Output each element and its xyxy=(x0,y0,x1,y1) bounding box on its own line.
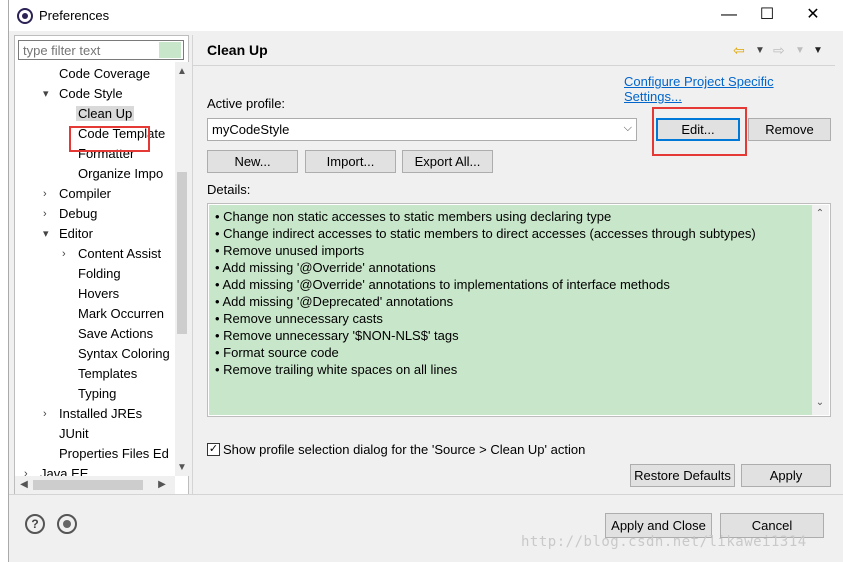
tree-scroll-thumb[interactable] xyxy=(177,172,187,334)
expand-arrow-icon[interactable]: ▾ xyxy=(43,84,55,104)
scroll-down-icon[interactable]: ⌄ xyxy=(813,397,827,408)
tree-item-folding[interactable]: Folding xyxy=(78,264,121,284)
highlight-box-edit xyxy=(652,107,747,156)
page-title: Clean Up xyxy=(207,42,268,58)
header-divider xyxy=(193,65,835,66)
watermark: http://blog.csdn.net/likawei1314 xyxy=(521,534,807,550)
maximize-button[interactable]: ☐ xyxy=(747,4,787,26)
scroll-down-icon[interactable]: ▼ xyxy=(175,462,189,473)
window-title: Preferences xyxy=(39,8,110,23)
scroll-up-icon[interactable]: ▲ xyxy=(175,66,189,77)
active-profile-value: myCodeStyle xyxy=(212,122,290,137)
minimize-button[interactable]: — xyxy=(709,4,749,26)
collapse-arrow-icon[interactable]: › xyxy=(43,184,55,204)
list-item: • Remove unused imports xyxy=(215,243,365,258)
tree-item-clean-up[interactable]: Clean Up xyxy=(76,104,135,124)
preferences-window: Preferences — ☐ ✕ Code Coverage ▾ Code S… xyxy=(8,0,843,562)
help-icon[interactable]: ? xyxy=(25,514,45,534)
details-content: • Change non static accesses to static m… xyxy=(209,205,812,415)
tree-item-properties-files-editor[interactable]: Properties Files Ed xyxy=(59,444,169,464)
apply-button[interactable]: Apply xyxy=(741,464,831,487)
tree-item-templates[interactable]: Templates xyxy=(78,364,137,384)
list-item: • Change non static accesses to static m… xyxy=(215,209,612,224)
tree-item-installed-jres[interactable]: Installed JREs xyxy=(59,404,142,424)
tree-item-organize-imports[interactable]: Organize Impo xyxy=(78,164,163,184)
back-dropdown-icon[interactable]: ▼ xyxy=(755,45,765,56)
tree-item-syntax-coloring[interactable]: Syntax Coloring xyxy=(78,344,170,364)
active-profile-label: Active profile: xyxy=(207,96,286,111)
scroll-right-icon[interactable]: ▶ xyxy=(155,479,169,490)
tree-item-save-actions[interactable]: Save Actions xyxy=(78,324,153,344)
collapse-arrow-icon[interactable]: › xyxy=(43,404,55,424)
show-dialog-label: Show profile selection dialog for the 'S… xyxy=(223,442,586,457)
tree-item-typing[interactable]: Typing xyxy=(78,384,116,404)
active-profile-select[interactable]: myCodeStyle ⌵ xyxy=(207,118,637,141)
import-profile-button[interactable]: Import... xyxy=(305,150,396,173)
list-item: • Format source code xyxy=(215,345,339,360)
list-item: • Add missing '@Override' annotations to… xyxy=(215,277,670,292)
view-menu-icon[interactable]: ▼ xyxy=(813,45,823,56)
list-item: • Remove unnecessary '$NON-NLS$' tags xyxy=(215,328,459,343)
details-text-area[interactable]: • Change non static accesses to static m… xyxy=(207,203,831,417)
new-profile-button[interactable]: New... xyxy=(207,150,298,173)
list-item: • Remove unnecessary casts xyxy=(215,311,383,326)
open-dialog-dot xyxy=(63,520,71,528)
tree-hscroll-thumb[interactable] xyxy=(33,480,143,490)
footer-divider xyxy=(9,494,843,495)
remove-profile-button[interactable]: Remove xyxy=(748,118,831,141)
preference-tree-panel: Code Coverage ▾ Code Style Clean Up Code… xyxy=(14,35,189,495)
title-bar: Preferences — ☐ ✕ xyxy=(9,0,843,31)
expand-arrow-icon[interactable]: ▾ xyxy=(43,224,55,244)
tree-item-content-assist[interactable]: Content Assist xyxy=(78,244,161,264)
configure-project-settings-link[interactable]: Configure Project Specific Settings... xyxy=(624,74,834,104)
forward-arrow-icon[interactable]: ⇨ xyxy=(773,42,785,59)
scroll-up-icon[interactable]: ⌃ xyxy=(813,208,827,219)
tree-item-junit[interactable]: JUnit xyxy=(59,424,89,444)
export-all-button[interactable]: Export All... xyxy=(402,150,493,173)
tree-item-compiler[interactable]: Compiler xyxy=(59,184,111,204)
list-item: • Change indirect accesses to static mem… xyxy=(215,226,756,241)
collapse-arrow-icon[interactable]: › xyxy=(62,244,74,264)
tree-item-debug[interactable]: Debug xyxy=(59,204,97,224)
eclipse-icon xyxy=(17,8,33,24)
list-item: • Add missing '@Deprecated' annotations xyxy=(215,294,454,309)
tree-horizontal-scrollbar[interactable]: ◀ ▶ xyxy=(15,476,175,494)
list-item: • Remove trailing white spaces on all li… xyxy=(215,362,458,377)
close-button[interactable]: ✕ xyxy=(793,4,833,26)
restore-defaults-button[interactable]: Restore Defaults xyxy=(630,464,735,487)
details-scrollbar[interactable]: ⌃ ⌄ xyxy=(812,205,829,415)
tree-vertical-scrollbar[interactable]: ▲ ▼ xyxy=(175,62,189,476)
filter-clear-icon[interactable] xyxy=(159,42,181,58)
tree-item-java-ee[interactable]: Java EE xyxy=(40,464,88,476)
show-dialog-checkbox[interactable]: ✓ xyxy=(207,443,220,456)
tree-item-code-style[interactable]: Code Style xyxy=(59,84,123,104)
highlight-box-clean-up xyxy=(69,126,150,152)
tree-item-code-coverage[interactable]: Code Coverage xyxy=(59,64,150,84)
tree-item-editor[interactable]: Editor xyxy=(59,224,93,244)
tree-item-mark-occurrences[interactable]: Mark Occurren xyxy=(78,304,164,324)
details-label: Details: xyxy=(207,182,251,197)
open-dialog-icon[interactable] xyxy=(57,514,77,534)
collapse-arrow-icon[interactable]: › xyxy=(24,464,36,476)
scroll-left-icon[interactable]: ◀ xyxy=(17,479,31,490)
clean-up-page: Clean Up ⇦ ▼ ⇨ ▼ ▼ Configure Project Spe… xyxy=(192,35,835,495)
collapse-arrow-icon[interactable]: › xyxy=(43,204,55,224)
list-item: • Add missing '@Override' annotations xyxy=(215,260,436,275)
chevron-down-icon: ⌵ xyxy=(623,122,632,134)
preference-tree: Code Coverage ▾ Code Style Clean Up Code… xyxy=(15,62,175,476)
forward-dropdown-icon[interactable]: ▼ xyxy=(795,45,805,56)
back-arrow-icon[interactable]: ⇦ xyxy=(733,42,745,59)
tree-item-hovers[interactable]: Hovers xyxy=(78,284,119,304)
